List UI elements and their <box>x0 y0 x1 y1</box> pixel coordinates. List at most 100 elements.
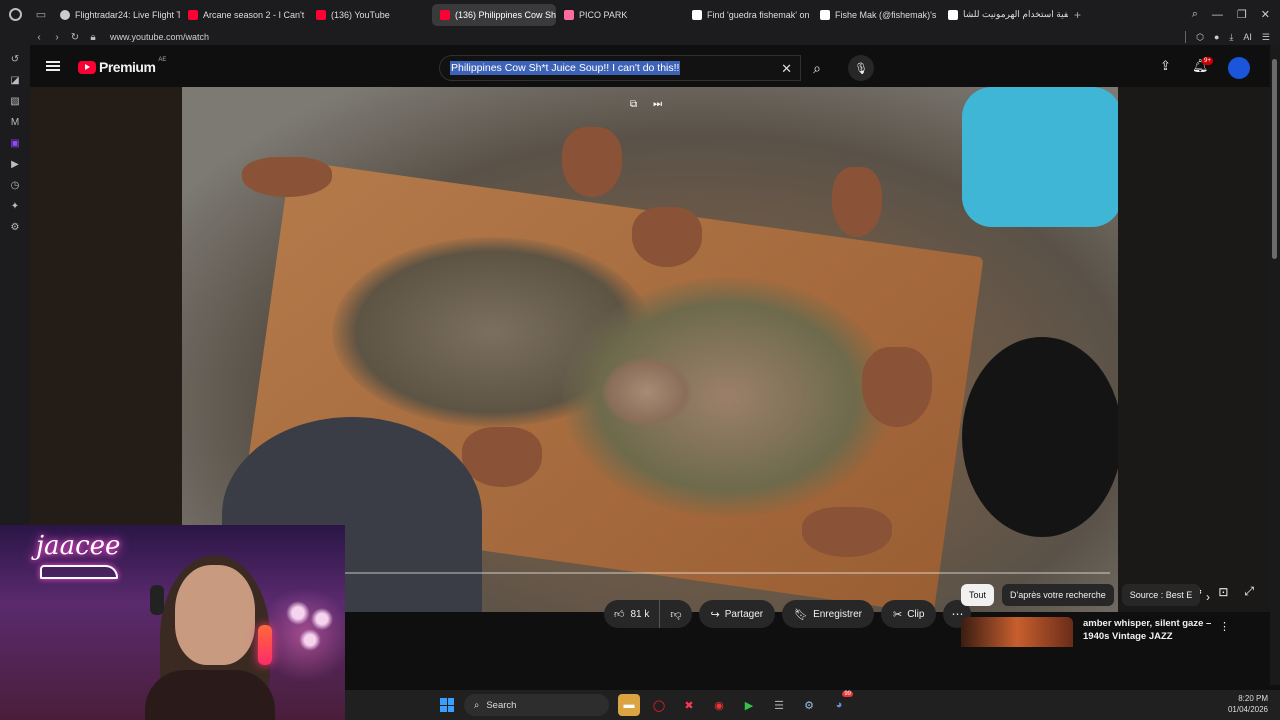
meat-chunk <box>602 357 692 427</box>
windows-start-icon[interactable] <box>440 698 454 712</box>
tab-tiktok-arabic[interactable]: كيفية استخدام الهرمونيت للشا <box>940 4 1068 26</box>
close-icon[interactable]: ✕ <box>1261 8 1270 21</box>
cross-app-icon[interactable]: ✖ <box>678 694 700 716</box>
search-query: Philippines Cow Sh*t Juice Soup!! I can'… <box>450 61 681 75</box>
system-clock[interactable]: 8:20 PM 01/04/2026 <box>1228 693 1268 715</box>
race-car-neon-icon <box>40 565 118 579</box>
search-button[interactable]: ⌕ <box>801 55 833 81</box>
headphones-icon <box>150 585 164 615</box>
thumbs-down-icon: 👎︎ <box>670 608 682 621</box>
url-field[interactable]: www.youtube.com/watch <box>110 32 209 42</box>
youtube-icon <box>316 9 326 20</box>
like-button[interactable]: 👍︎ 81 k <box>604 600 661 628</box>
restore-icon[interactable]: ❐ <box>1237 8 1247 21</box>
save-button[interactable]: 🔖︎ Enregistrer <box>782 600 874 628</box>
play-app-icon[interactable]: ▶ <box>738 694 760 716</box>
new-tab-icon[interactable]: + <box>1068 8 1087 22</box>
dislike-button[interactable]: 👎︎ <box>660 600 691 628</box>
tab-label: PICO PARK <box>579 9 628 20</box>
tab-label: Fishe Mak (@fishemak)'s <box>835 9 937 20</box>
picture-in-picture-icon[interactable]: ⧉ <box>630 99 637 110</box>
globe-icon <box>60 9 70 20</box>
menu-app-icon[interactable]: ☰ <box>768 694 790 716</box>
search-input[interactable]: Philippines Cow Sh*t Juice Soup!! I can'… <box>439 55 801 81</box>
recommended-video[interactable]: amber whisper, silent gaze – 1940s Vinta… <box>961 617 1213 647</box>
recommended-video-title[interactable]: amber whisper, silent gaze – 1940s Vinta… <box>1083 617 1213 647</box>
tab-tiktok-search[interactable]: Find 'guedra fishemak' on <box>684 4 812 26</box>
upload-icon[interactable]: ⇪ <box>1160 58 1171 74</box>
page-scrollbar[interactable] <box>1270 45 1280 685</box>
extension-icon[interactable]: ⬡ <box>1196 32 1204 43</box>
search-tabs-icon[interactable]: ⌕ <box>1192 8 1198 21</box>
menu-icon[interactable]: ☰ <box>1262 32 1270 43</box>
forward-icon[interactable]: › <box>48 32 66 43</box>
tab-pico-park[interactable]: PICO PARK <box>556 4 684 26</box>
chip-all[interactable]: Tout <box>961 584 995 606</box>
hand <box>242 157 332 197</box>
clip-button[interactable]: ✂ Clip <box>880 600 937 628</box>
person-head <box>962 337 1118 537</box>
hamburger-menu-icon[interactable] <box>46 61 60 71</box>
related-filter-chips: Tout D'après votre recherche Source : Be… <box>961 584 1231 606</box>
download-icon[interactable]: ⤓ <box>1229 32 1233 43</box>
tab-label: (136) Philippines Cow Sh <box>455 9 556 20</box>
extensions-icon[interactable]: ✦ <box>9 200 21 212</box>
medium-icon[interactable]: M <box>9 116 21 128</box>
voice-search-button[interactable]: 🎙︎ <box>848 55 874 81</box>
aria-ai-button[interactable]: AI <box>1243 32 1252 42</box>
tiktok-icon <box>820 9 830 20</box>
streamer-body <box>145 670 275 720</box>
clock-date: 01/04/2026 <box>1227 705 1268 714</box>
share-button[interactable]: ↪ Partager <box>698 600 776 628</box>
video-actions: 👍︎ 81 k 👎︎ ↪ Partager 🔖︎ Enregistrer ✂ C… <box>604 600 972 628</box>
hand <box>832 167 882 237</box>
avatar[interactable] <box>1228 57 1250 79</box>
pinboard-icon[interactable]: ▧ <box>9 95 21 107</box>
tab-label: Arcane season 2 - I Can't <box>203 9 305 20</box>
scroll-thumb[interactable] <box>1272 59 1277 259</box>
tab-youtube-home[interactable]: (136) YouTube <box>308 4 432 26</box>
tab-label: كيفية استخدام الهرمونيت للشا <box>963 9 1068 19</box>
back-icon[interactable]: ‹ <box>30 32 48 43</box>
player-icon[interactable]: ▶ <box>9 158 21 170</box>
twitch-icon[interactable]: ▣ <box>9 137 21 149</box>
video-thumbnail[interactable] <box>961 617 1073 647</box>
mic-icon: 🎙︎ <box>854 62 868 75</box>
clock-icon[interactable]: ◷ <box>9 179 21 191</box>
share-label: Partager <box>724 608 764 620</box>
reload-icon[interactable]: ↻ <box>66 32 84 43</box>
tab-tiktok-profile[interactable]: Fishe Mak (@fishemak)'s <box>812 4 940 26</box>
tab-flightradar[interactable]: Flightradar24: Live Flight T <box>52 4 180 26</box>
skip-next-icon[interactable]: ⏭︎ <box>653 99 662 110</box>
settings-icon[interactable]: ⚙ <box>9 221 21 233</box>
tab-arcane[interactable]: Arcane season 2 - I Can't <box>180 4 308 26</box>
file-explorer-icon[interactable]: ▬ <box>618 694 640 716</box>
youtube-logo[interactable]: Premium AE <box>78 57 166 75</box>
minimize-icon[interactable]: — <box>1212 9 1223 21</box>
taskbar-apps: ▬ ◯ ✖ ◉ ▶ ☰ ⚙ ◕ 99 <box>618 691 853 716</box>
chip-source[interactable]: Source : Best E <box>1121 584 1201 606</box>
youtube-icon <box>188 9 198 20</box>
person-shirt <box>962 87 1118 227</box>
chip-from-search[interactable]: D'après votre recherche <box>1002 584 1114 606</box>
tab-label: Flightradar24: Live Flight T <box>75 9 180 20</box>
wallet-icon[interactable]: ◪ <box>9 74 21 86</box>
video-top-controls: ⧉ ⏭︎ <box>630 99 662 110</box>
more-vert-icon[interactable]: ⋮ <box>1219 620 1230 633</box>
opera-gx-icon[interactable]: ◯ <box>648 694 670 716</box>
opera-logo-icon[interactable] <box>0 0 30 29</box>
profile-icon[interactable]: ● <box>1214 32 1219 42</box>
fullscreen-icon[interactable]: ⤢ <box>1244 584 1254 599</box>
tab-philippines-active[interactable]: (136) Philippines Cow Sh <box>432 3 556 26</box>
steam-icon[interactable]: ⚙ <box>798 694 820 716</box>
tab-island-icon[interactable]: ▭ <box>30 0 52 29</box>
share-icon: ↪ <box>710 608 720 621</box>
tab-label: Find 'guedra fishemak' on <box>707 9 810 20</box>
tiktok-icon <box>692 9 702 20</box>
chevron-right-icon[interactable]: › <box>1206 590 1210 604</box>
taskbar-search[interactable]: ⌕ Search <box>464 694 609 716</box>
history-icon[interactable]: ↺ <box>9 53 21 65</box>
discord-icon[interactable]: ◕ 99 <box>828 691 853 716</box>
chrome-icon[interactable]: ◉ <box>708 694 730 716</box>
clear-search-icon[interactable]: ✕ <box>781 61 792 77</box>
